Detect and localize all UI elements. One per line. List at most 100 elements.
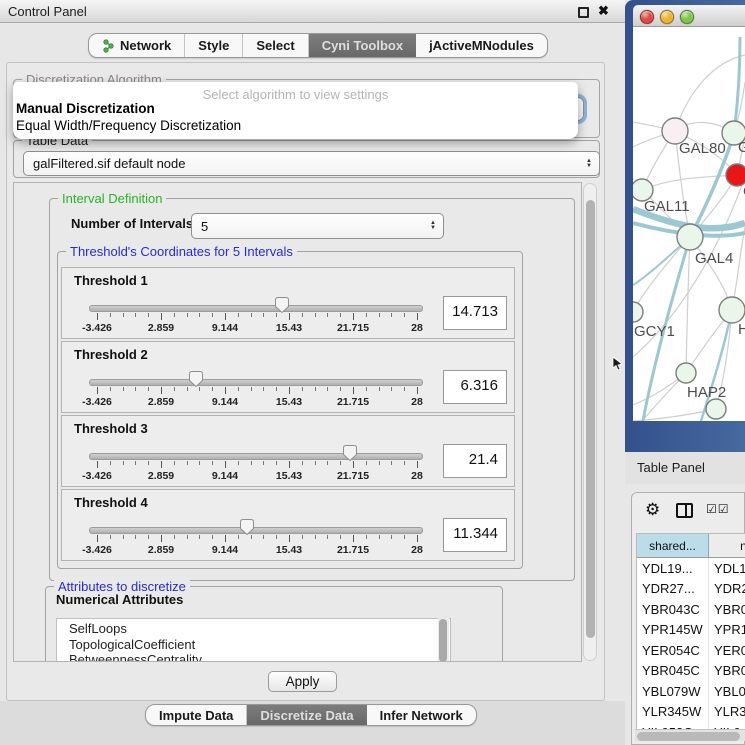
- table-cell: YBR0: [709, 661, 745, 682]
- minor-tick: [315, 461, 316, 465]
- threshold-label: Threshold 2: [74, 347, 148, 362]
- table-row[interactable]: YBR043CYBR0: [637, 599, 745, 620]
- num-intervals-combobox[interactable]: 5 ▲▼: [191, 213, 444, 239]
- column-header-shared[interactable]: shared...: [637, 534, 709, 558]
- column-header-n[interactable]: n: [709, 534, 745, 558]
- window-minimize-button[interactable]: [660, 10, 674, 24]
- node-label-gal80: GAL80: [679, 140, 726, 157]
- slider-track[interactable]: [89, 379, 423, 386]
- table-hscrollbar[interactable]: [635, 729, 745, 741]
- popup-item-manual-discretization[interactable]: Manual Discretization: [16, 101, 155, 116]
- threshold-value-field[interactable]: 11.344: [443, 518, 507, 552]
- node-label-h: H: [738, 321, 745, 338]
- threshold-value-field[interactable]: 6.316: [443, 370, 507, 404]
- network-edge[interactable]: [633, 373, 686, 421]
- settings-scrollbar[interactable]: [583, 183, 597, 661]
- table-data-group: Table Data galFiltered.sif default node …: [13, 140, 600, 178]
- num-intervals-value: 5: [201, 219, 208, 234]
- slider-thumb[interactable]: [239, 518, 255, 536]
- minor-tick: [174, 313, 175, 317]
- attribute-item-betweennesscentrality[interactable]: BetweennessCentrality: [57, 652, 450, 662]
- minor-tick: [148, 461, 149, 465]
- tick-label: 21.715: [323, 322, 383, 334]
- table-row[interactable]: YDL19...YDL1: [637, 558, 745, 579]
- network-canvas[interactable]: GAL80GCGAL11GAL4GCY1HHAP2: [633, 27, 745, 421]
- gear-icon[interactable]: ⚙: [645, 500, 660, 520]
- tick-label: 21.715: [323, 470, 383, 482]
- network-node[interactable]: [706, 399, 726, 419]
- minor-tick: [379, 461, 380, 465]
- slider-track[interactable]: [89, 305, 423, 312]
- table-row[interactable]: YLR345WYLR3: [637, 702, 745, 723]
- minor-tick: [174, 387, 175, 391]
- threshold-label: Threshold 4: [74, 495, 148, 510]
- network-edge[interactable]: [686, 237, 690, 373]
- table-row[interactable]: YER054CYER0: [637, 640, 745, 661]
- network-node[interactable]: [676, 363, 696, 383]
- network-node[interactable]: [633, 302, 643, 322]
- network-node[interactable]: [719, 297, 745, 323]
- tab-jactivemnodules[interactable]: jActiveMNodules: [416, 34, 547, 57]
- major-tick: [353, 313, 354, 320]
- threshold-value-field[interactable]: 14.713: [443, 296, 507, 330]
- attribute-item-selfloops[interactable]: SelfLoops: [57, 621, 450, 637]
- minor-tick: [238, 313, 239, 317]
- network-node[interactable]: [677, 224, 703, 250]
- tab-cyni-toolbox[interactable]: Cyni Toolbox: [309, 34, 416, 57]
- tab-network[interactable]: Network: [89, 34, 185, 57]
- window-zoom-button[interactable]: [680, 10, 694, 24]
- table-row[interactable]: YBR045CYBR0: [637, 661, 745, 682]
- slider-thumb[interactable]: [342, 444, 358, 462]
- tab-infer-network[interactable]: Infer Network: [367, 705, 476, 725]
- settings-scroll-area: Interval Definition Number of Intervals …: [13, 182, 582, 662]
- threshold-value-field[interactable]: 21.4: [443, 444, 507, 478]
- minor-tick: [366, 387, 367, 391]
- table-panel-header: Table Panel: [625, 452, 745, 484]
- major-tick: [417, 461, 418, 468]
- minor-tick: [199, 535, 200, 539]
- slider-track[interactable]: [89, 527, 423, 534]
- float-window-icon[interactable]: [578, 7, 589, 18]
- table-row[interactable]: YPR145WYPR1: [637, 620, 745, 641]
- close-icon[interactable]: ✖: [598, 3, 609, 19]
- tab-style[interactable]: Style: [185, 34, 243, 57]
- window-close-button[interactable]: [640, 10, 654, 24]
- table-cell: YDR27...: [637, 579, 709, 600]
- tab-impute-data[interactable]: Impute Data: [146, 705, 247, 725]
- tick-label: 21.715: [323, 544, 383, 556]
- table-cell: YDR2: [709, 579, 745, 600]
- minor-tick: [123, 461, 124, 465]
- table-data-combobox[interactable]: galFiltered.sif default node ▲▼: [23, 151, 600, 176]
- slider-thumb[interactable]: [188, 370, 204, 388]
- checkbox-icons[interactable]: ☑☑: [706, 502, 730, 516]
- minor-tick: [263, 461, 264, 465]
- minor-tick: [135, 535, 136, 539]
- minor-tick: [315, 387, 316, 391]
- minor-tick: [123, 535, 124, 539]
- table-row[interactable]: YBL079WYBL0: [637, 681, 745, 702]
- num-intervals-label: Number of Intervals: [71, 216, 193, 231]
- control-panel-tabs: NetworkStyleSelectCyni Toolbox jActiveMNo…: [88, 33, 548, 58]
- tab-select[interactable]: Select: [243, 34, 308, 57]
- tab-label: jActiveMNodules: [429, 38, 534, 53]
- slider-track[interactable]: [89, 453, 423, 460]
- panel-title: Control Panel: [8, 4, 87, 19]
- split-columns-icon[interactable]: [676, 503, 693, 518]
- attributes-list-scrollbar[interactable]: [438, 618, 449, 662]
- group-title: Interval Definition: [58, 191, 166, 206]
- major-tick: [161, 313, 162, 320]
- network-edge[interactable]: [633, 237, 690, 312]
- apply-button[interactable]: Apply: [268, 671, 337, 692]
- tab-discretize-data[interactable]: Discretize Data: [247, 705, 366, 725]
- minor-tick: [327, 313, 328, 317]
- network-edge-highlighted[interactable]: [734, 37, 740, 133]
- slider-thumb[interactable]: [274, 296, 290, 314]
- popup-item-equal-width[interactable]: Equal Width/Frequency Discretization: [16, 118, 241, 133]
- table-cell: YPR1: [709, 620, 745, 641]
- network-edge[interactable]: [642, 175, 737, 190]
- major-tick: [161, 461, 162, 468]
- table-row[interactable]: YDR27...YDR2: [637, 579, 745, 600]
- minor-tick: [148, 313, 149, 317]
- minor-tick: [327, 387, 328, 391]
- attribute-item-topologicalcoefficient[interactable]: TopologicalCoefficient: [57, 637, 450, 653]
